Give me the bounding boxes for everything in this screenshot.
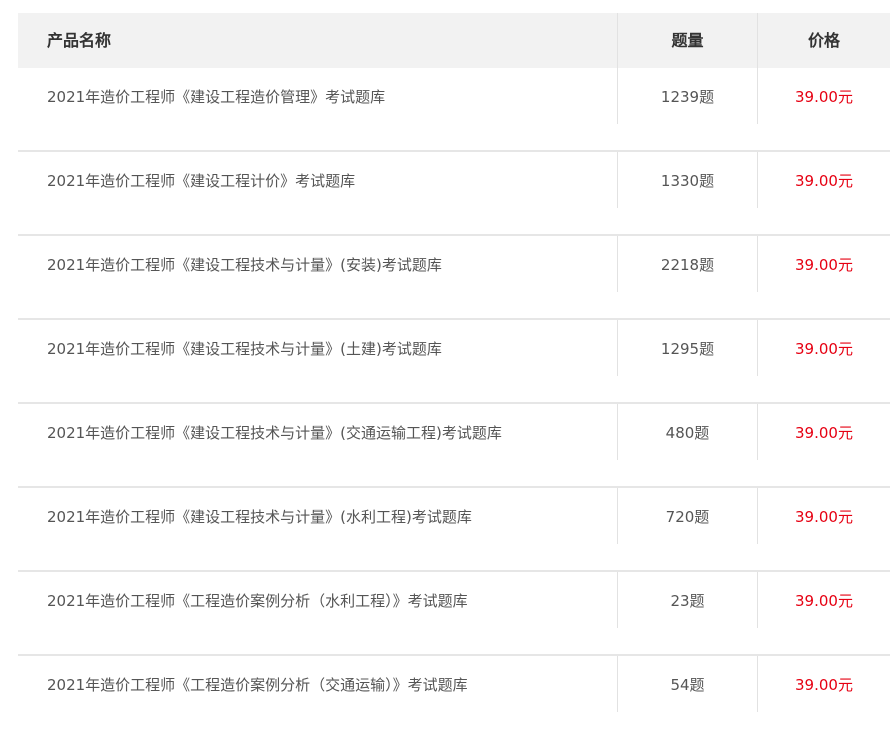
table-row[interactable]: 2021年造价工程师《建设工程技术与计量》(水利工程)考试题库 720题 39.… [18,486,890,570]
question-count: 1295题 [617,320,757,376]
product-table: 产品名称 题量 价格 2021年造价工程师《建设工程造价管理》考试题库 1239… [18,13,890,738]
product-name[interactable]: 2021年造价工程师《工程造价案例分析（水利工程）》考试题库 [18,572,617,628]
question-count: 54题 [617,656,757,712]
product-name[interactable]: 2021年造价工程师《建设工程造价管理》考试题库 [18,68,617,124]
table-row[interactable]: 2021年造价工程师《建设工程造价管理》考试题库 1239题 39.00元 [18,68,890,150]
header-question-count: 题量 [617,13,757,68]
table-row[interactable]: 2021年造价工程师《建设工程技术与计量》(安装)考试题库 2218题 39.0… [18,234,890,318]
product-name[interactable]: 2021年造价工程师《建设工程技术与计量》(水利工程)考试题库 [18,488,617,544]
question-count: 720题 [617,488,757,544]
product-name[interactable]: 2021年造价工程师《建设工程计价》考试题库 [18,152,617,208]
table-row[interactable]: 2021年造价工程师《建设工程计价》考试题库 1330题 39.00元 [18,150,890,234]
table-row[interactable]: 2021年造价工程师《工程造价案例分析（交通运输）》考试题库 54题 39.00… [18,654,890,738]
price: 39.00元 [757,488,890,544]
question-count: 23题 [617,572,757,628]
table-body: 2021年造价工程师《建设工程造价管理》考试题库 1239题 39.00元 20… [18,68,890,738]
table-header: 产品名称 题量 价格 [18,13,890,68]
header-price: 价格 [757,13,890,68]
question-count: 480题 [617,404,757,460]
price: 39.00元 [757,656,890,712]
header-product-name: 产品名称 [47,31,112,50]
question-count: 2218题 [617,236,757,292]
price: 39.00元 [757,68,890,124]
question-count: 1239题 [617,68,757,124]
product-name[interactable]: 2021年造价工程师《工程造价案例分析（交通运输）》考试题库 [18,656,617,712]
product-name[interactable]: 2021年造价工程师《建设工程技术与计量》(安装)考试题库 [18,236,617,292]
price: 39.00元 [757,404,890,460]
table-row[interactable]: 2021年造价工程师《建设工程技术与计量》(交通运输工程)考试题库 480题 3… [18,402,890,486]
price: 39.00元 [757,152,890,208]
price: 39.00元 [757,236,890,292]
price: 39.00元 [757,320,890,376]
table-row[interactable]: 2021年造价工程师《建设工程技术与计量》(土建)考试题库 1295题 39.0… [18,318,890,402]
question-count: 1330题 [617,152,757,208]
price: 39.00元 [757,572,890,628]
product-name[interactable]: 2021年造价工程师《建设工程技术与计量》(交通运输工程)考试题库 [18,404,617,460]
table-row[interactable]: 2021年造价工程师《工程造价案例分析（水利工程）》考试题库 23题 39.00… [18,570,890,654]
product-name[interactable]: 2021年造价工程师《建设工程技术与计量》(土建)考试题库 [18,320,617,376]
